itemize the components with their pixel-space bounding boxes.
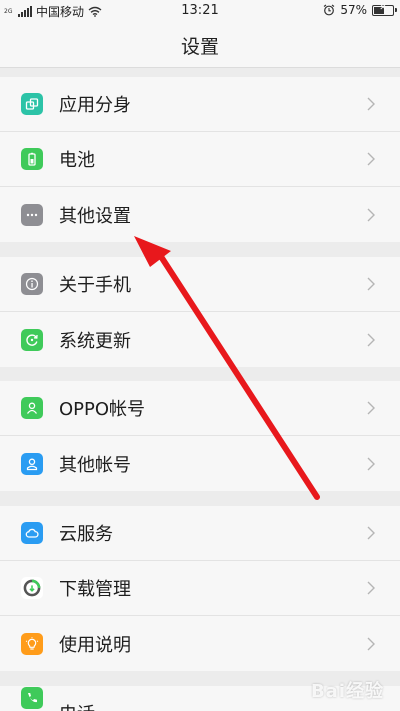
status-bar: 2G 中国移动 13:21 57% ✕ [0,0,400,22]
settings-item-other-settings[interactable]: 其他设置 [0,187,400,242]
settings-item-label: 应用分身 [59,95,131,116]
page-title: 设置 [180,36,219,58]
settings-item-label: 关于手机 [59,275,131,296]
battery-percent: 57% [340,3,367,17]
phone-icon [21,687,43,709]
chevron-right-icon [367,277,375,291]
cloud-icon [21,522,43,544]
settings-group-accounts: OPPO帐号 其他帐号 [0,381,400,491]
settings-item-label: 其他帐号 [59,454,131,476]
info-icon [21,273,43,295]
battery-icon [21,148,43,170]
chevron-right-icon [367,333,375,346]
settings-item-label: 下载管理 [59,579,131,600]
chevron-right-icon [367,97,375,111]
other-account-icon [21,452,43,475]
oppo-account-icon [21,397,43,419]
chevron-right-icon [367,581,375,595]
settings-group-system: 关于手机 系统更新 [0,257,400,367]
settings-item-label: 使用说明 [59,634,131,656]
settings-item-system-update[interactable]: 系统更新 [0,312,400,367]
title-bar: 设置 [0,22,400,68]
battery-status-icon: ✕ [372,3,397,16]
download-manager-icon [21,577,43,599]
settings-item-label: 云服务 [59,524,113,545]
more-dots-icon [21,203,43,226]
settings-item-label: 其他设置 [59,205,131,227]
settings-item-oppo-account[interactable]: OPPO帐号 [0,381,400,436]
settings-item-battery[interactable]: 电池 [0,132,400,187]
status-right: 57% ✕ [323,3,397,17]
settings-item-other-accounts[interactable]: 其他帐号 [0,436,400,491]
chevron-right-icon [367,526,375,540]
settings-item-instructions[interactable]: 使用说明 [0,616,400,671]
watermark-logo: Bai经验 [310,681,384,702]
update-icon [21,328,43,351]
settings-item-download-manager[interactable]: 下载管理 [0,561,400,616]
settings-item-about-phone[interactable]: 关于手机 [0,257,400,312]
app-clone-icon [21,93,43,115]
settings-group-services: 云服务 下载管理 使用说明 [0,506,400,671]
settings-group-apps: 应用分身 电池 其他设置 [0,77,400,242]
settings-item-app-clone[interactable]: 应用分身 [0,77,400,132]
chevron-right-icon [367,401,375,415]
settings-item-label: 系统更新 [59,330,131,352]
chevron-right-icon [367,637,375,650]
settings-item-cloud-service[interactable]: 云服务 [0,506,400,561]
chevron-right-icon [367,208,375,221]
settings-item-label: OPPO帐号 [59,399,146,420]
bulb-icon [21,632,43,655]
settings-item-label: 电池 [59,150,95,171]
settings-item-label: 电话 [59,700,95,711]
chevron-right-icon [367,152,375,166]
alarm-icon [323,4,335,16]
chevron-right-icon [367,457,375,470]
